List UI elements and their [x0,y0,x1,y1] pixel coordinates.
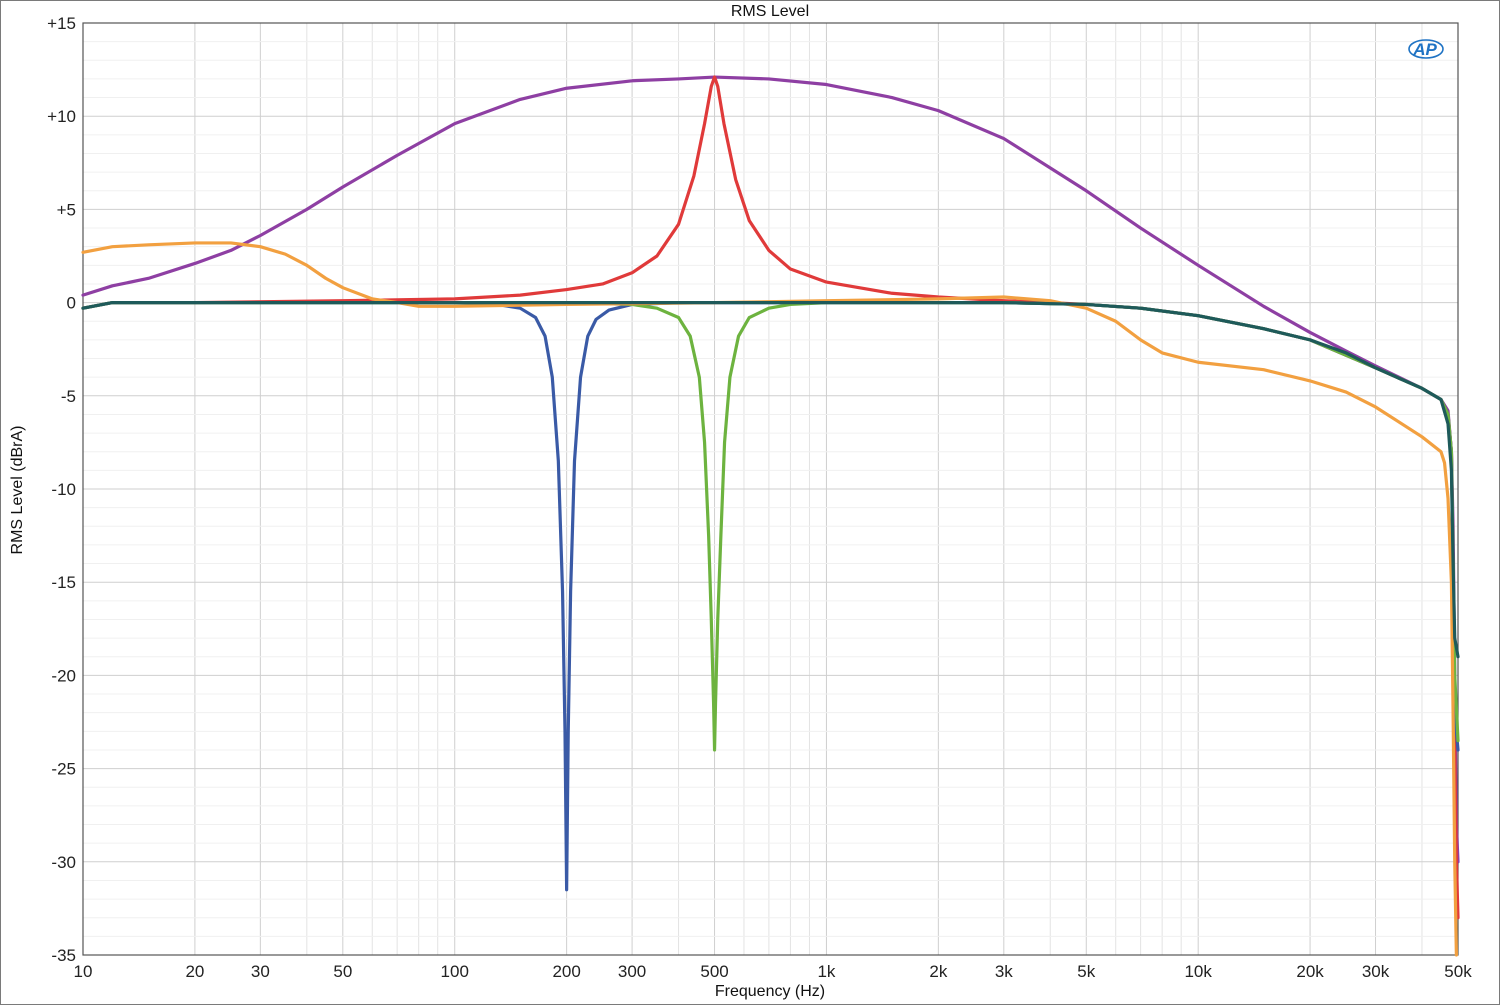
x-tick-label: 200 [552,962,580,981]
y-tick-label: -35 [51,946,76,965]
ap-logo: AP [1408,39,1444,59]
y-axis-title: RMS Level (dBrA) [9,426,26,555]
x-tick-label: 300 [618,962,646,981]
grid [82,22,1459,956]
x-tick-label: 2k [929,962,947,981]
series-line-6 [81,301,1460,659]
x-tick-label: 50k [1444,962,1472,981]
x-tick-label: 1k [817,962,835,981]
x-tick-label: 30 [251,962,270,981]
y-tick-label: -30 [51,853,76,872]
y-tick-label: -25 [51,760,76,779]
y-tick-label: -5 [61,387,76,406]
x-tick-label: 30k [1362,962,1390,981]
series-line-2 [81,75,1460,920]
chart-title: RMS Level [731,3,809,20]
series-line-5 [81,241,1458,957]
y-tick-label: -20 [51,666,76,685]
y-tick-label: +5 [57,200,76,219]
y-tick-label: -15 [51,573,76,592]
series-line-3 [81,301,1460,892]
y-tick-label: 0 [67,294,76,313]
x-tick-label: 5k [1077,962,1095,981]
x-axis-title: Frequency (Hz) [715,983,825,1000]
series-line-1 [81,75,1460,864]
x-tick-label: 100 [441,962,469,981]
y-axis-ticks: +15 +10 +5 0 -5 -10 -15 -20 -25 -30 -35 [47,14,76,965]
x-tick-label: 50 [333,962,352,981]
x-tick-label: 3k [995,962,1013,981]
y-tick-label: -10 [51,480,76,499]
x-tick-label: 20 [185,962,204,981]
x-axis-ticks: 10 20 30 50 100 200 300 500 1k 2k 3k 5k 10k 20k 30k 50k [74,962,1473,981]
x-tick-label: 10 [74,962,93,981]
x-tick-label: 10k [1184,962,1212,981]
y-tick-label: +10 [47,107,76,126]
x-tick-label: 500 [700,962,728,981]
x-tick-label: 20k [1296,962,1324,981]
series-group [81,75,1460,957]
ap-logo-text: AP [1412,40,1437,59]
rms-level-chart: 10 20 30 50 100 200 300 500 1k 2k 3k 5k 10k 20k 30k 50k… [9,3,1473,1000]
y-tick-label: +15 [47,14,76,33]
